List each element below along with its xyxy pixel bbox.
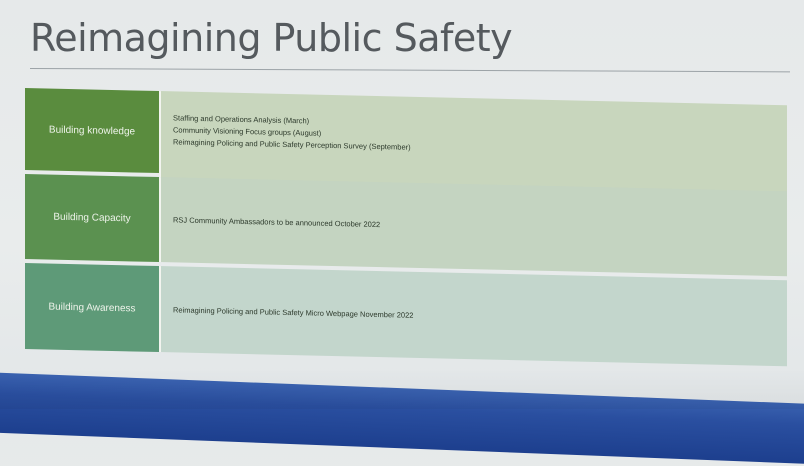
screen-shadow bbox=[0, 369, 804, 409]
list-item: Reimagining Policing and Public Safety M… bbox=[173, 304, 414, 320]
row-content-building-awareness: Reimagining Policing and Public Safety M… bbox=[159, 266, 787, 367]
table-row: Building knowledge Staffing and Operatio… bbox=[25, 88, 787, 210]
row-label-building-capacity: Building Capacity bbox=[25, 174, 159, 263]
initiatives-table: Building knowledge Staffing and Operatio… bbox=[25, 88, 787, 405]
row-label-building-awareness: Building Awareness bbox=[25, 263, 159, 353]
slide-title: Reimagining Public Safety bbox=[30, 16, 513, 60]
row-label-building-knowledge: Building knowledge bbox=[25, 88, 159, 174]
row-content-building-capacity: RSJ Community Ambassadors to be announce… bbox=[159, 177, 787, 277]
table-row: Building Awareness Reimagining Policing … bbox=[25, 263, 787, 367]
table-row: Building Capacity RSJ Community Ambassad… bbox=[25, 174, 787, 277]
presentation-slide: Reimagining Public Safety Building knowl… bbox=[0, 0, 804, 466]
list-item: RSJ Community Ambassadors to be announce… bbox=[173, 215, 381, 230]
title-underline bbox=[29, 68, 790, 73]
